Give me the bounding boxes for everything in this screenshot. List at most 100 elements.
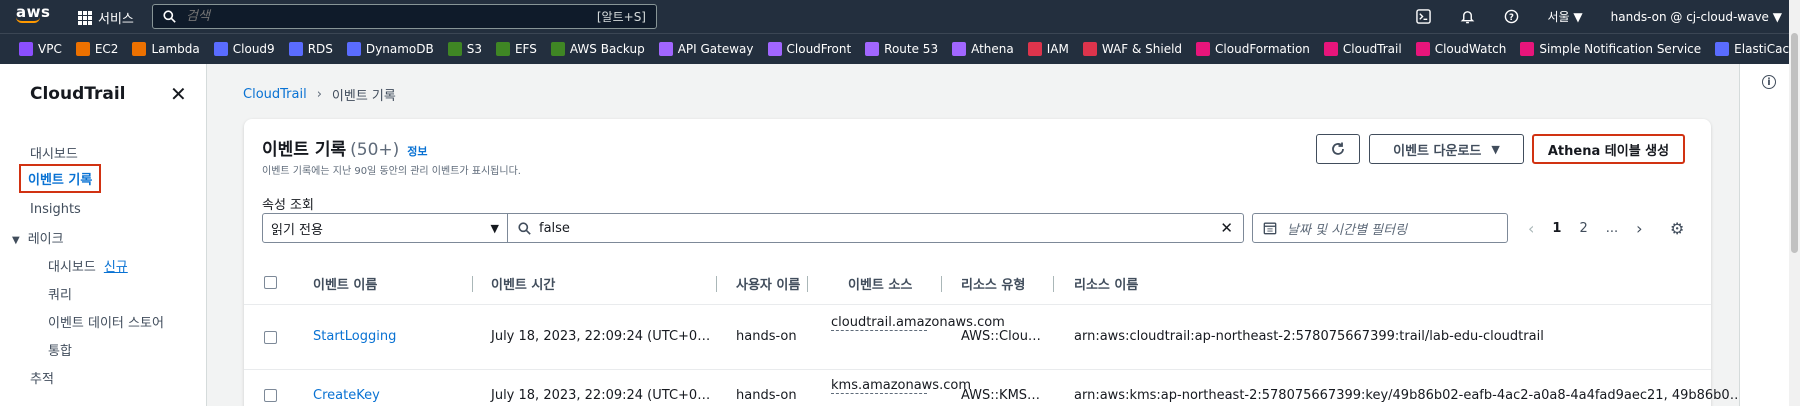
service-icon (1715, 42, 1730, 56)
service-icon (865, 42, 880, 56)
refresh-button[interactable] (1316, 134, 1360, 164)
favorite-label: Cloud9 (232, 42, 275, 56)
favorite-item[interactable]: EFS (495, 42, 537, 56)
global-search[interactable]: [알트+S] (152, 4, 657, 29)
service-icon (19, 42, 33, 56)
favorite-item[interactable]: DynamoDB (346, 42, 434, 56)
gear-icon[interactable]: ⚙ (1670, 219, 1684, 238)
favorite-item[interactable]: CloudFront (767, 42, 851, 56)
column-divider[interactable] (807, 276, 808, 292)
table-row[interactable]: StartLogging July 18, 2023, 22:09:24 (UT… (244, 305, 1711, 370)
aws-logo[interactable]: aws (16, 5, 50, 23)
favorite-item[interactable]: CloudFormation (1196, 42, 1310, 56)
column-divider[interactable] (716, 276, 717, 292)
row-checkbox[interactable] (264, 389, 277, 402)
service-icon (213, 42, 228, 56)
favorite-item[interactable]: S3 (447, 42, 482, 56)
favorite-item[interactable]: WAF & Shield (1082, 42, 1183, 56)
column-divider[interactable] (941, 276, 942, 292)
search-icon (163, 10, 176, 23)
bell-icon[interactable] (1460, 9, 1476, 25)
favorite-item[interactable]: VPC (19, 42, 62, 56)
account-menu[interactable]: hands-on @ cj-cloud-wave ▼ (1611, 10, 1782, 24)
svg-text:?: ? (1509, 12, 1514, 22)
service-icon (658, 42, 673, 56)
download-events-button[interactable]: 이벤트 다운로드 ▼ (1369, 134, 1524, 164)
event-history-panel: 이벤트 기록 (50+) 정보 이벤트 기록에는 지난 90일 동안의 관리 이벤트… (244, 119, 1743, 406)
info-icon[interactable]: i (1762, 75, 1776, 89)
favorite-item[interactable]: Simple Notification Service (1520, 42, 1701, 56)
favorite-label: API Gateway (677, 42, 754, 56)
search-shortcut: [알트+S] (596, 10, 646, 24)
header-event-time[interactable]: 이벤트 시간 (491, 274, 555, 293)
page-title: 이벤트 기록 (50+) 정보 (262, 140, 428, 160)
sidebar-item-lake-dashboard[interactable]: 대시보드 신규 (48, 256, 128, 275)
column-divider[interactable] (1053, 276, 1054, 292)
favorite-item[interactable]: CloudTrail (1323, 42, 1402, 56)
favorite-item[interactable]: API Gateway (658, 42, 754, 56)
sidebar-item-dashboard[interactable]: 대시보드 (30, 143, 78, 162)
region-selector[interactable]: 서울 ▼ (1548, 8, 1583, 25)
favorite-label: Simple Notification Service (1539, 42, 1702, 56)
create-athena-table-button[interactable]: Athena 테이블 생성 (1532, 134, 1685, 164)
favorite-item[interactable]: Cloud9 (213, 42, 275, 56)
cloudshell-icon[interactable] (1416, 9, 1432, 25)
clear-icon[interactable]: ✕ (1220, 219, 1233, 237)
page-1[interactable]: 1 (1552, 221, 1561, 236)
header-event-source[interactable]: 이벤트 소스 (848, 274, 912, 293)
close-icon[interactable]: ✕ (170, 84, 187, 104)
favorite-label: RDS (307, 42, 333, 56)
select-all-checkbox[interactable] (264, 276, 277, 289)
header-user-name[interactable]: 사용자 이름 (736, 274, 800, 293)
date-range-filter[interactable]: 날짜 및 시간별 필터링 (1252, 213, 1508, 243)
scrollbar-thumb[interactable] (1791, 33, 1798, 253)
new-badge[interactable]: 신규 (104, 260, 128, 275)
favorite-item[interactable]: Route 53 (865, 42, 938, 56)
chevron-right-icon[interactable]: › (1636, 219, 1642, 238)
sidebar-item-trails[interactable]: 추적 (30, 368, 54, 387)
search-icon (518, 221, 531, 235)
help-icon[interactable]: ? (1504, 9, 1520, 25)
favorite-item[interactable]: IAM (1027, 42, 1069, 56)
chevron-left-icon[interactable]: ‹ (1528, 219, 1534, 238)
header-event-name[interactable]: 이벤트 이름 (313, 274, 377, 293)
favorite-item[interactable]: Lambda (132, 42, 200, 56)
sidebar-item-event-history[interactable]: 이벤트 기록 (19, 164, 102, 193)
table-row[interactable]: CreateKey July 18, 2023, 22:09:24 (UTC+0… (244, 370, 1743, 406)
header-resource-type[interactable]: 리소스 유형 (961, 274, 1025, 293)
attribute-select[interactable]: 읽기 전용 ▼ (262, 213, 508, 243)
service-icon (1415, 42, 1430, 56)
services-menu[interactable]: 서비스 (78, 8, 134, 27)
event-name-link[interactable]: CreateKey (313, 388, 380, 403)
breadcrumb-cloudtrail[interactable]: CloudTrail (243, 87, 307, 102)
attribute-filter-input[interactable]: false ✕ (507, 213, 1244, 243)
favorite-item[interactable]: AWS Backup (550, 42, 645, 56)
favorite-label: WAF & Shield (1101, 42, 1183, 56)
top-navigation: aws 서비스 [알트+S] ? 서울 ▼ hands-on @ cj-clou… (0, 0, 1800, 33)
event-source[interactable]: cloudtrail.amazonaws.com (831, 315, 1005, 331)
sidebar-item-integration[interactable]: 통합 (48, 340, 72, 359)
favorite-item[interactable]: Athena (952, 42, 1014, 56)
service-icon (550, 42, 565, 56)
sidebar-item-event-data-store[interactable]: 이벤트 데이터 스토어 (48, 312, 164, 331)
info-link[interactable]: 정보 (407, 145, 427, 158)
caret-down-icon: ▼ (1491, 142, 1500, 156)
row-checkbox[interactable] (264, 331, 277, 344)
scrollbar[interactable] (1789, 0, 1800, 406)
favorite-label: EFS (514, 42, 537, 56)
favorite-item[interactable]: ElastiCache (1715, 42, 1800, 56)
favorite-item[interactable]: CloudWatch (1415, 42, 1506, 56)
event-source[interactable]: kms.amazonaws.com (831, 378, 971, 394)
favorite-label: S3 (466, 42, 482, 56)
column-divider[interactable] (472, 276, 473, 292)
favorite-item[interactable]: RDS (288, 42, 333, 56)
sidebar-item-query[interactable]: 쿼리 (48, 284, 72, 303)
favorite-item[interactable]: EC2 (75, 42, 118, 56)
sidebar-item-lake[interactable]: ▼ 레이크 (12, 228, 64, 247)
search-input[interactable] (186, 9, 597, 24)
calendar-icon (1263, 222, 1277, 235)
event-name-link[interactable]: StartLogging (313, 329, 396, 344)
sidebar-item-insights[interactable]: Insights (30, 202, 81, 217)
header-resource-name[interactable]: 리소스 이름 (1074, 274, 1138, 293)
page-2[interactable]: 2 (1579, 221, 1587, 236)
